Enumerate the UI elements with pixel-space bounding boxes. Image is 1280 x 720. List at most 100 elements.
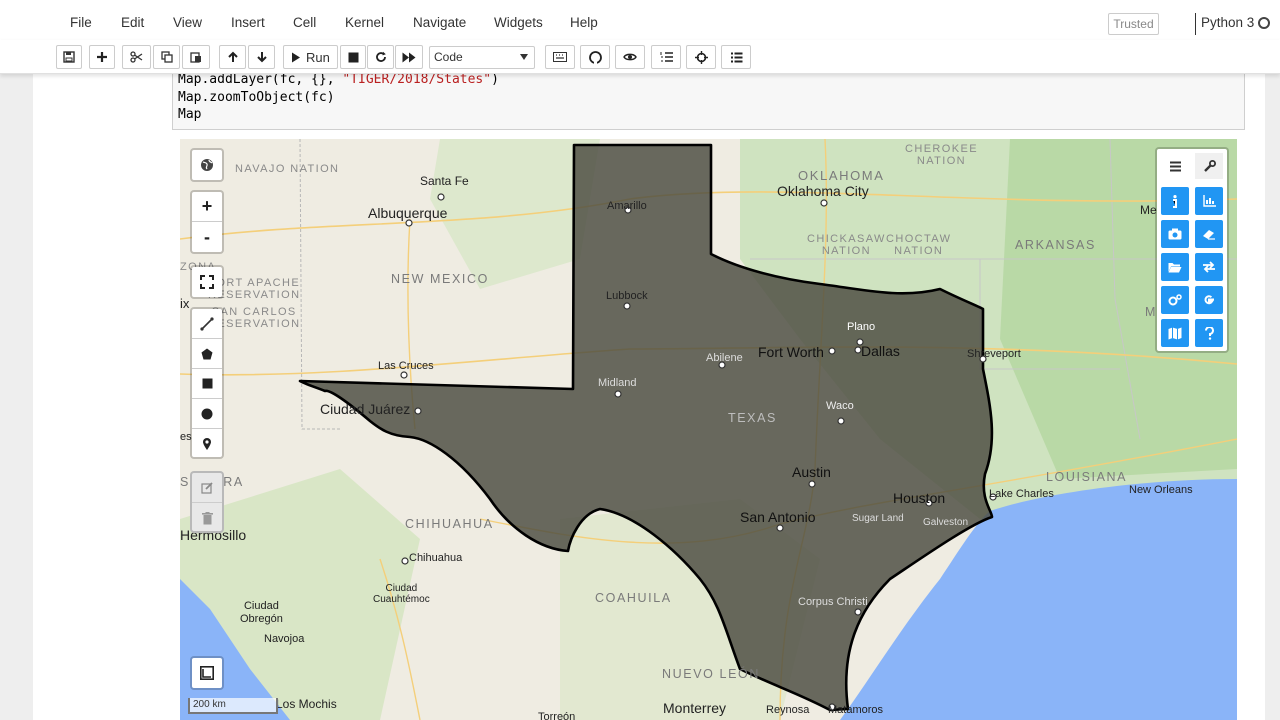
menu-cell[interactable]: Cell — [293, 15, 316, 30]
menu-insert[interactable]: Insert — [231, 15, 265, 30]
menu-edit[interactable]: Edit — [121, 15, 144, 30]
restart-run-all-button[interactable] — [395, 45, 423, 69]
insert-cell-button[interactable] — [89, 45, 115, 69]
menu-file[interactable]: File — [70, 15, 92, 30]
zoom-in-button[interactable]: + — [192, 192, 222, 222]
save-button[interactable] — [56, 45, 82, 69]
eye-icon — [623, 53, 637, 61]
screenshot-button[interactable] — [1161, 220, 1189, 248]
fullscreen-button[interactable] — [192, 267, 222, 297]
city-label-matamoros: Matamoros — [828, 704, 884, 716]
plotting-button[interactable] — [1195, 187, 1223, 215]
crosshair-button[interactable] — [686, 45, 716, 69]
menu-view[interactable]: View — [173, 15, 202, 30]
copy-button[interactable] — [153, 45, 180, 69]
region-label-louisiana: LOUISIANA — [1046, 470, 1128, 484]
plus-icon — [97, 52, 107, 62]
code-string-literal: "TIGER/2018/States" — [342, 72, 492, 87]
kernel-status-icon — [1258, 17, 1270, 29]
map-widget[interactable]: NAVAJO NATION Santa Fe Albuquerque Amari… — [180, 139, 1237, 720]
city-label-albuquerque: Albuquerque — [368, 205, 448, 221]
region-label-navajo: NAVAJO NATION — [235, 163, 340, 175]
delete-layers-button[interactable] — [192, 503, 222, 533]
help-button[interactable] — [1195, 319, 1223, 347]
fast-forward-icon — [402, 52, 416, 62]
city-label-galveston: Galveston — [923, 517, 969, 528]
paste-button[interactable] — [182, 45, 210, 69]
menu-navigate[interactable]: Navigate — [413, 15, 466, 30]
fullscreen-icon — [200, 275, 214, 289]
cell-type-value: Code — [434, 50, 463, 64]
tools-toggle-button[interactable] — [1195, 153, 1223, 179]
trusted-badge[interactable]: Trusted — [1108, 13, 1159, 35]
menu-help[interactable]: Help — [570, 15, 598, 30]
github-button[interactable] — [580, 45, 610, 69]
city-label-reynosa: Reynosa — [766, 704, 810, 716]
zoom-out-button[interactable]: - — [192, 222, 222, 252]
measure-button[interactable] — [192, 658, 222, 688]
restart-button[interactable] — [367, 45, 394, 69]
edit-toolbar — [190, 471, 224, 533]
menu-widgets[interactable]: Widgets — [494, 15, 543, 30]
folder-open-icon — [1168, 262, 1182, 272]
menu-kernel[interactable]: Kernel — [345, 15, 384, 30]
move-down-button[interactable] — [248, 45, 275, 69]
city-label-waco: Waco — [826, 400, 854, 412]
city-label-monterrey: Monterrey — [663, 700, 727, 716]
info-icon — [1173, 194, 1177, 208]
draw-marker-button[interactable] — [192, 429, 222, 459]
eraser-icon — [1203, 230, 1215, 240]
basemap-button[interactable] — [192, 150, 222, 180]
code-cell-input[interactable]: Map.addLayer(fc, {}, "TIGER/2018/States"… — [172, 72, 1245, 130]
draw-rectangle-button[interactable] — [192, 369, 222, 399]
command-palette-button[interactable] — [545, 45, 575, 69]
city-label-los-mochis: Los Mochis — [276, 697, 337, 711]
edit-icon — [200, 482, 213, 494]
code-line-3: Map — [178, 107, 202, 122]
layers-manager-button[interactable] — [1161, 153, 1189, 179]
restart-icon — [375, 51, 386, 62]
city-label-ciudad-juarez: Ciudad Juárez — [320, 401, 411, 417]
eraser-button[interactable] — [1195, 220, 1223, 248]
draw-polyline-button[interactable] — [192, 309, 222, 339]
move-up-button[interactable] — [219, 45, 246, 69]
toolbar-panel — [1155, 147, 1229, 353]
map-icon — [1168, 327, 1182, 339]
wrench-icon — [1203, 159, 1216, 172]
interrupt-button[interactable] — [340, 45, 366, 69]
code-line-1: Map.addLayer(fc, {}, "TIGER/2018/States"… — [178, 72, 499, 87]
draw-polygon-button[interactable] — [192, 339, 222, 369]
region-label-oklahoma: OKLAHOMA — [798, 168, 885, 183]
city-label-fort-worth: Fort Worth — [758, 344, 824, 360]
region-label-chickasaw: CHICKASAW NATION — [807, 233, 886, 257]
city-label-dallas: Dallas — [861, 343, 900, 359]
google-button[interactable] — [1195, 286, 1223, 314]
preview-button[interactable] — [615, 45, 645, 69]
cell-type-select[interactable]: Code — [429, 46, 535, 69]
region-label-texas: TEXAS — [728, 411, 777, 425]
play-icon — [292, 52, 300, 62]
run-button[interactable]: Run — [283, 45, 338, 69]
menubar: File Edit View Insert Cell Kernel Naviga… — [0, 0, 1280, 40]
github-icon — [588, 50, 602, 64]
arrow-up-icon — [227, 51, 238, 62]
region-label-arkansas: ARKANSAS — [1015, 238, 1096, 252]
city-label-corpus-christi: Corpus Christi — [798, 596, 868, 608]
city-label-ix: ix — [180, 296, 190, 311]
draw-toolbar — [190, 307, 224, 459]
list-button[interactable] — [721, 45, 751, 69]
map-gallery-button[interactable] — [1161, 319, 1189, 347]
draw-circle-button[interactable] — [192, 399, 222, 429]
city-label-ciudad-cuauhtemoc: Ciudad Cuauhtémoc — [373, 583, 430, 605]
open-data-button[interactable] — [1161, 253, 1189, 281]
question-icon — [1204, 326, 1214, 340]
edit-layers-button[interactable] — [192, 473, 222, 503]
gee-tools-button[interactable] — [1161, 286, 1189, 314]
crosshair-icon — [694, 50, 708, 64]
cut-button[interactable] — [122, 45, 151, 69]
toc-button[interactable] — [651, 45, 681, 69]
inspector-button[interactable] — [1161, 187, 1189, 215]
arrow-down-icon — [256, 52, 267, 63]
convert-button[interactable] — [1195, 253, 1223, 281]
scissors-icon — [130, 51, 143, 63]
